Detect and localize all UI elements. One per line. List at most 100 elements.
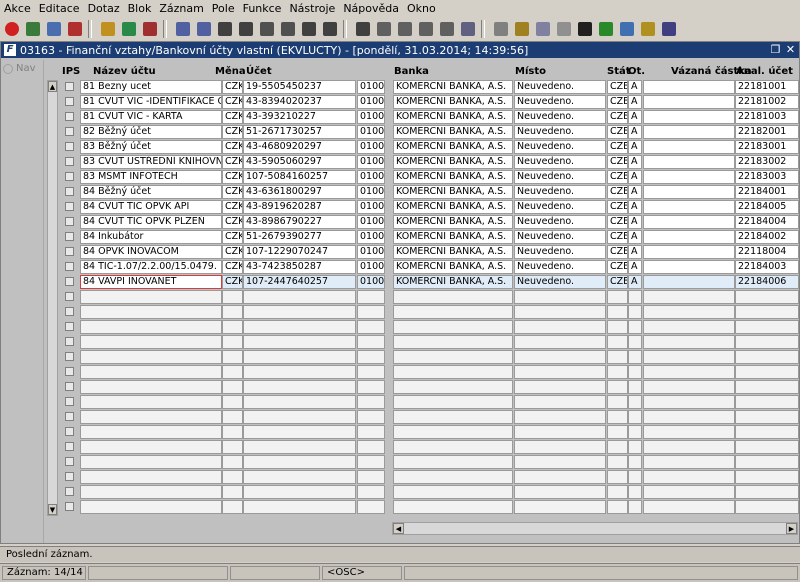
first-record-icon[interactable] [237, 20, 255, 38]
cell-nazev[interactable]: 82 Běžný účet [80, 125, 222, 139]
cell-vazana[interactable] [643, 260, 735, 274]
cell-ot[interactable]: A [628, 80, 642, 94]
cell-ot[interactable] [628, 305, 642, 319]
menu-item-1[interactable]: Editace [35, 0, 84, 17]
cell-vazana[interactable] [643, 395, 735, 409]
menu-item-4[interactable]: Záznam [155, 0, 207, 17]
cell-vazana[interactable] [643, 410, 735, 424]
cell-banka[interactable] [393, 395, 513, 409]
cell-ucet[interactable] [243, 500, 356, 514]
cell-nazev[interactable]: 84 VAVPI INOVANET [80, 275, 222, 289]
cell-stat[interactable] [607, 305, 628, 319]
cell-ot[interactable] [628, 425, 642, 439]
ips-checkbox[interactable] [65, 232, 74, 241]
cell-anal[interactable]: 22184004 [735, 215, 799, 229]
cell-misto[interactable]: Neuvedeno. [514, 170, 606, 184]
cell-ucet[interactable] [243, 350, 356, 364]
ips-checkbox[interactable] [65, 502, 74, 511]
ips-checkbox[interactable] [65, 292, 74, 301]
cell-anal[interactable]: 22182001 [735, 125, 799, 139]
cell-misto[interactable] [514, 350, 606, 364]
ips-checkbox[interactable] [65, 367, 74, 376]
cell-banka[interactable] [393, 320, 513, 334]
scroll-right-icon[interactable]: ▶ [786, 523, 797, 534]
cell-ot[interactable]: A [628, 215, 642, 229]
query-help-icon[interactable] [660, 20, 678, 38]
cell-mena[interactable]: CZK [222, 110, 243, 124]
cell-ot[interactable] [628, 350, 642, 364]
cell-nazev[interactable] [80, 410, 222, 424]
cell-misto[interactable]: Neuvedeno. [514, 230, 606, 244]
cell-nazev[interactable]: 81 ČVUT VIC - KARTA [80, 110, 222, 124]
ips-checkbox[interactable] [65, 82, 74, 91]
cell-misto[interactable] [514, 305, 606, 319]
cell-mena[interactable] [222, 320, 243, 334]
cell-ucet[interactable] [243, 395, 356, 409]
cell-mena[interactable]: CZK [222, 125, 243, 139]
cell-stat[interactable]: CZE [607, 185, 628, 199]
cell-banka[interactable] [393, 365, 513, 379]
cell-banka[interactable]: KOMERCNI BANKA, A.S. [393, 260, 513, 274]
properties-icon[interactable] [459, 20, 477, 38]
cell-kod[interactable]: 0100 [357, 140, 385, 154]
cell-ot[interactable] [628, 410, 642, 424]
cell-ucet[interactable] [243, 365, 356, 379]
cell-mena[interactable] [222, 485, 243, 499]
ips-checkbox[interactable] [65, 352, 74, 361]
cell-mena[interactable]: CZK [222, 215, 243, 229]
cell-misto[interactable] [514, 410, 606, 424]
cell-nazev[interactable] [80, 320, 222, 334]
cell-anal[interactable] [735, 320, 799, 334]
cell-stat[interactable]: CZE [607, 155, 628, 169]
attachment-icon[interactable] [438, 20, 456, 38]
ips-checkbox[interactable] [65, 187, 74, 196]
cell-mena[interactable] [222, 380, 243, 394]
cell-nazev[interactable]: 84 ČVUT TIC OPVK API [80, 200, 222, 214]
cell-nazev[interactable] [80, 365, 222, 379]
cell-vazana[interactable] [643, 350, 735, 364]
cell-anal[interactable] [735, 410, 799, 424]
cell-vazana[interactable] [643, 95, 735, 109]
cell-ucet[interactable] [243, 380, 356, 394]
cell-vazana[interactable] [643, 440, 735, 454]
cell-vazana[interactable] [643, 425, 735, 439]
cell-ucet[interactable] [243, 290, 356, 304]
cell-kod[interactable]: 0100 [357, 230, 385, 244]
cell-kod[interactable] [357, 335, 385, 349]
ips-checkbox[interactable] [65, 112, 74, 121]
globe-icon[interactable] [492, 20, 510, 38]
excel-icon[interactable] [597, 20, 615, 38]
cell-kod[interactable]: 0100 [357, 95, 385, 109]
cell-nazev[interactable]: 81 ČVUT VIC -IDENTIFIKACE OB. [80, 95, 222, 109]
cell-anal[interactable] [735, 485, 799, 499]
cell-ucet[interactable] [243, 425, 356, 439]
cell-vazana[interactable] [643, 140, 735, 154]
cell-anal[interactable]: 22184006 [735, 275, 799, 289]
cell-anal[interactable]: 22181003 [735, 110, 799, 124]
cell-ucet[interactable]: 43-4680920297 [243, 140, 356, 154]
cell-vazana[interactable] [643, 275, 735, 289]
ips-checkbox[interactable] [65, 172, 74, 181]
cell-ot[interactable] [628, 365, 642, 379]
cell-stat[interactable] [607, 485, 628, 499]
cell-ucet[interactable]: 107-5084160257 [243, 170, 356, 184]
cell-misto[interactable]: Neuvedeno. [514, 215, 606, 229]
cell-anal[interactable] [735, 335, 799, 349]
cell-kod[interactable]: 0100 [357, 245, 385, 259]
cell-misto[interactable] [514, 290, 606, 304]
cell-mena[interactable]: CZK [222, 260, 243, 274]
ips-checkbox[interactable] [65, 277, 74, 286]
cell-ucet[interactable]: 43-8394020237 [243, 95, 356, 109]
ips-checkbox[interactable] [65, 307, 74, 316]
help-icon[interactable] [639, 20, 657, 38]
cell-anal[interactable] [735, 290, 799, 304]
cell-kod[interactable]: 0100 [357, 170, 385, 184]
menu-item-2[interactable]: Dotaz [84, 0, 124, 17]
copy-icon[interactable] [375, 20, 393, 38]
cell-ot[interactable]: A [628, 200, 642, 214]
cell-misto[interactable] [514, 395, 606, 409]
execute-query-icon[interactable] [120, 20, 138, 38]
scroll-up-icon[interactable]: ▲ [48, 81, 57, 92]
ips-checkbox[interactable] [65, 487, 74, 496]
cell-vazana[interactable] [643, 170, 735, 184]
